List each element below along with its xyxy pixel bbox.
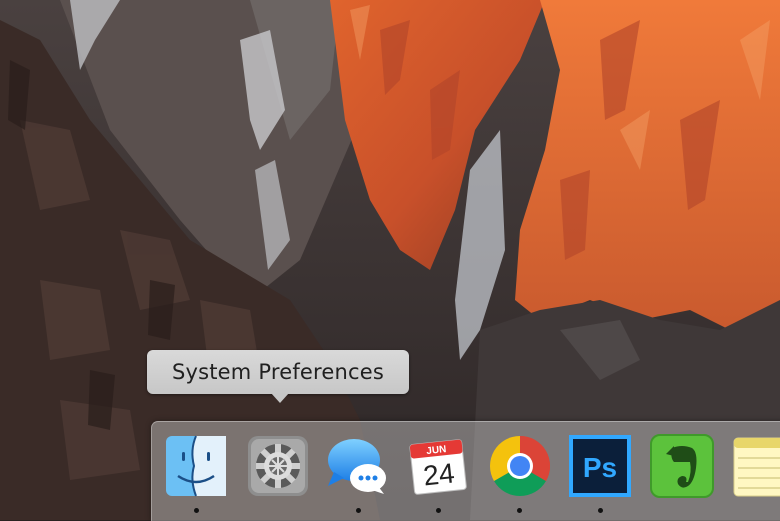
running-indicator-messages: [356, 508, 361, 513]
calendar-month: JUN: [426, 444, 447, 457]
chrome-icon: [490, 436, 550, 496]
dock-item-finder[interactable]: [162, 432, 230, 502]
finder-icon: [166, 435, 226, 497]
dock-item-chrome[interactable]: [486, 432, 554, 502]
gear-icon: [248, 436, 308, 496]
running-indicator-chrome: [517, 508, 522, 513]
dock-item-messages[interactable]: [324, 432, 392, 502]
photoshop-label: Ps: [583, 452, 617, 483]
running-indicator-photoshop: [598, 508, 603, 513]
evernote-icon: [650, 434, 714, 498]
photoshop-icon: Ps: [569, 435, 631, 497]
tooltip-arrow: [271, 393, 289, 403]
running-indicator-finder: [194, 508, 199, 513]
dock-item-system-preferences[interactable]: [244, 432, 312, 502]
calendar-day: 24: [422, 457, 456, 491]
dock-item-notes[interactable]: [730, 432, 780, 502]
tooltip-label: System Preferences: [171, 360, 385, 384]
dock-item-calendar[interactable]: JUN 24: [404, 432, 472, 502]
notes-icon: [733, 437, 780, 497]
dock-item-photoshop[interactable]: Ps: [566, 432, 634, 502]
dock-tooltip: System Preferences: [147, 350, 409, 394]
calendar-icon: JUN 24: [409, 439, 467, 495]
running-indicator-calendar: [436, 508, 441, 513]
messages-icon: [328, 439, 386, 494]
dock-item-evernote[interactable]: [648, 432, 716, 502]
